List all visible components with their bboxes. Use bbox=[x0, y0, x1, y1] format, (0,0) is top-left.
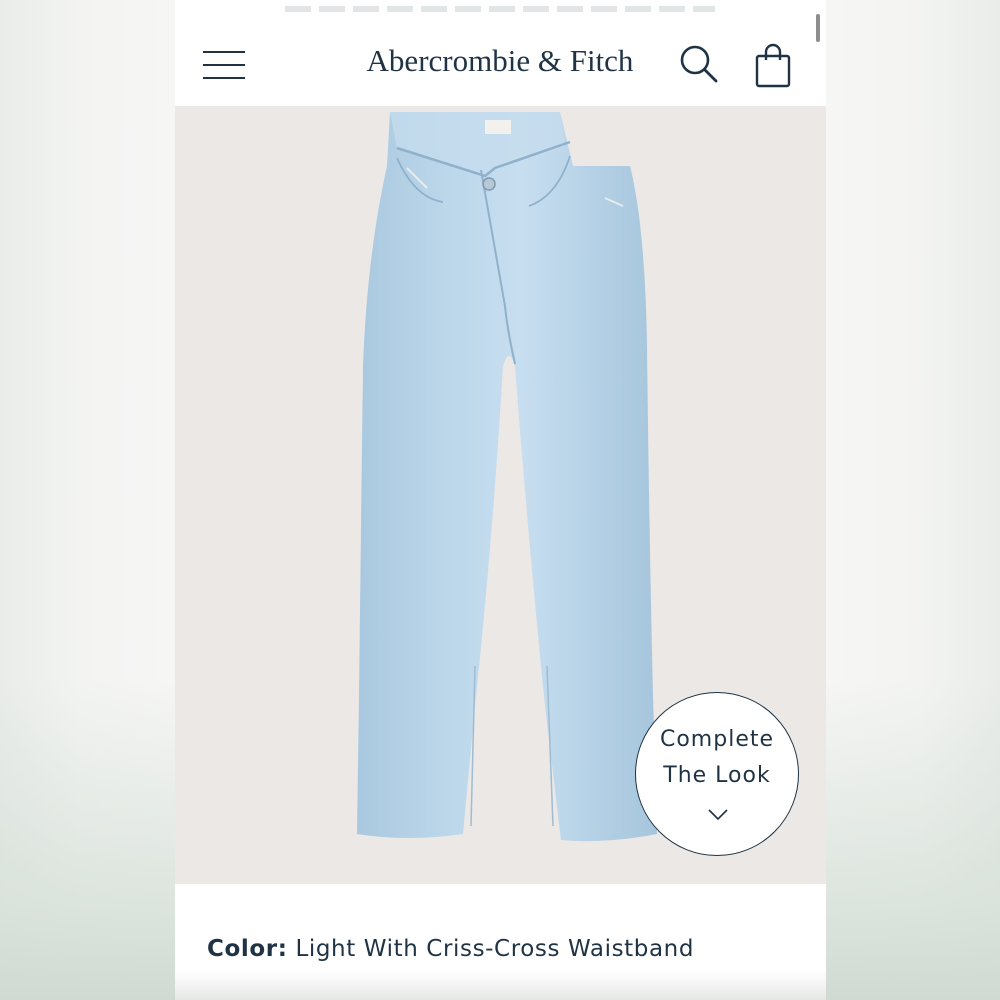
scrollbar[interactable] bbox=[816, 14, 820, 42]
bottom-fade bbox=[175, 970, 826, 1000]
scrolled-content-peek bbox=[285, 6, 715, 12]
complete-the-look-button[interactable]: Complete The Look bbox=[635, 692, 799, 856]
complete-the-look-line1: Complete bbox=[659, 727, 775, 752]
chevron-down-icon bbox=[708, 809, 728, 821]
mobile-product-page: Abercrombie & Fitch Complete The Look Co… bbox=[175, 0, 826, 1000]
brand-logo[interactable]: Abercrombie & Fitch bbox=[365, 43, 635, 79]
site-header: Abercrombie & Fitch bbox=[175, 16, 826, 106]
shopping-bag-icon[interactable] bbox=[751, 42, 795, 88]
color-info: Color: Light With Criss-Cross Waistband bbox=[207, 936, 694, 962]
complete-the-look-line2: The Look bbox=[663, 763, 771, 788]
product-image[interactable]: Complete The Look bbox=[175, 106, 826, 884]
hamburger-menu-icon[interactable] bbox=[203, 51, 247, 81]
color-label: Color: bbox=[207, 936, 288, 962]
color-value: Light With Criss-Cross Waistband bbox=[295, 936, 695, 962]
search-icon[interactable] bbox=[677, 42, 721, 86]
